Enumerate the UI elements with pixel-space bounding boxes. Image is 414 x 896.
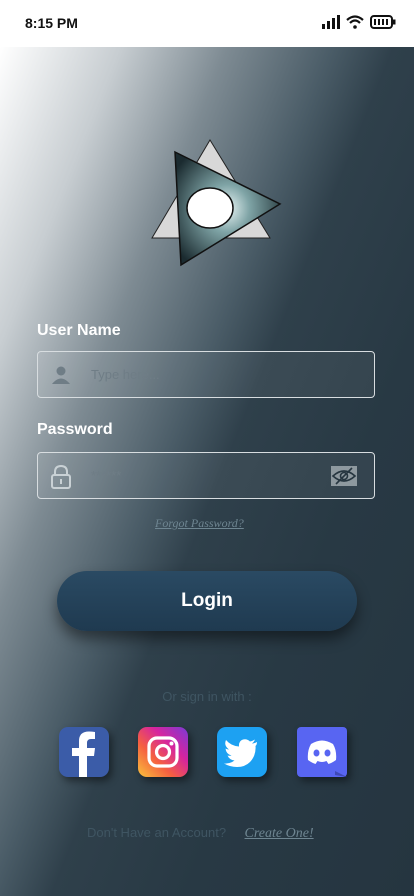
create-account-link[interactable]: Create One! (245, 826, 314, 841)
password-field[interactable]: ****** (37, 452, 375, 499)
status-time: 8:15 PM (25, 15, 78, 31)
username-label: User Name (37, 322, 121, 339)
username-placeholder: Type here... (91, 367, 160, 382)
login-screen: User Name Type here... Password ****** F… (0, 47, 414, 896)
facebook-button[interactable] (59, 727, 109, 777)
discord-icon (307, 740, 347, 777)
instagram-icon (147, 736, 179, 768)
signup-row: Don't Have an Account? Create One! (87, 824, 314, 842)
twitter-icon (224, 739, 257, 767)
battery-icon (370, 15, 396, 29)
status-icons (322, 15, 396, 29)
signal-icon (322, 15, 340, 29)
twitter-button[interactable] (217, 727, 267, 777)
facebook-icon (72, 731, 95, 777)
forgot-password-link[interactable]: Forgot Password? (155, 516, 244, 531)
wifi-icon (346, 15, 364, 29)
password-placeholder: ****** (91, 468, 122, 483)
login-button[interactable]: Login (57, 571, 357, 631)
user-icon (52, 366, 70, 384)
app-logo (151, 139, 282, 267)
password-label: Password (37, 421, 113, 438)
eye-off-icon[interactable] (331, 466, 357, 486)
discord-button[interactable] (297, 727, 347, 777)
social-heading: Or sign in with : (162, 689, 252, 704)
username-field[interactable]: Type here... (37, 351, 375, 398)
status-bar: 8:15 PM (0, 0, 414, 47)
signup-question: Don't Have an Account? (87, 825, 227, 840)
instagram-button[interactable] (138, 727, 188, 777)
lock-icon (51, 465, 71, 489)
